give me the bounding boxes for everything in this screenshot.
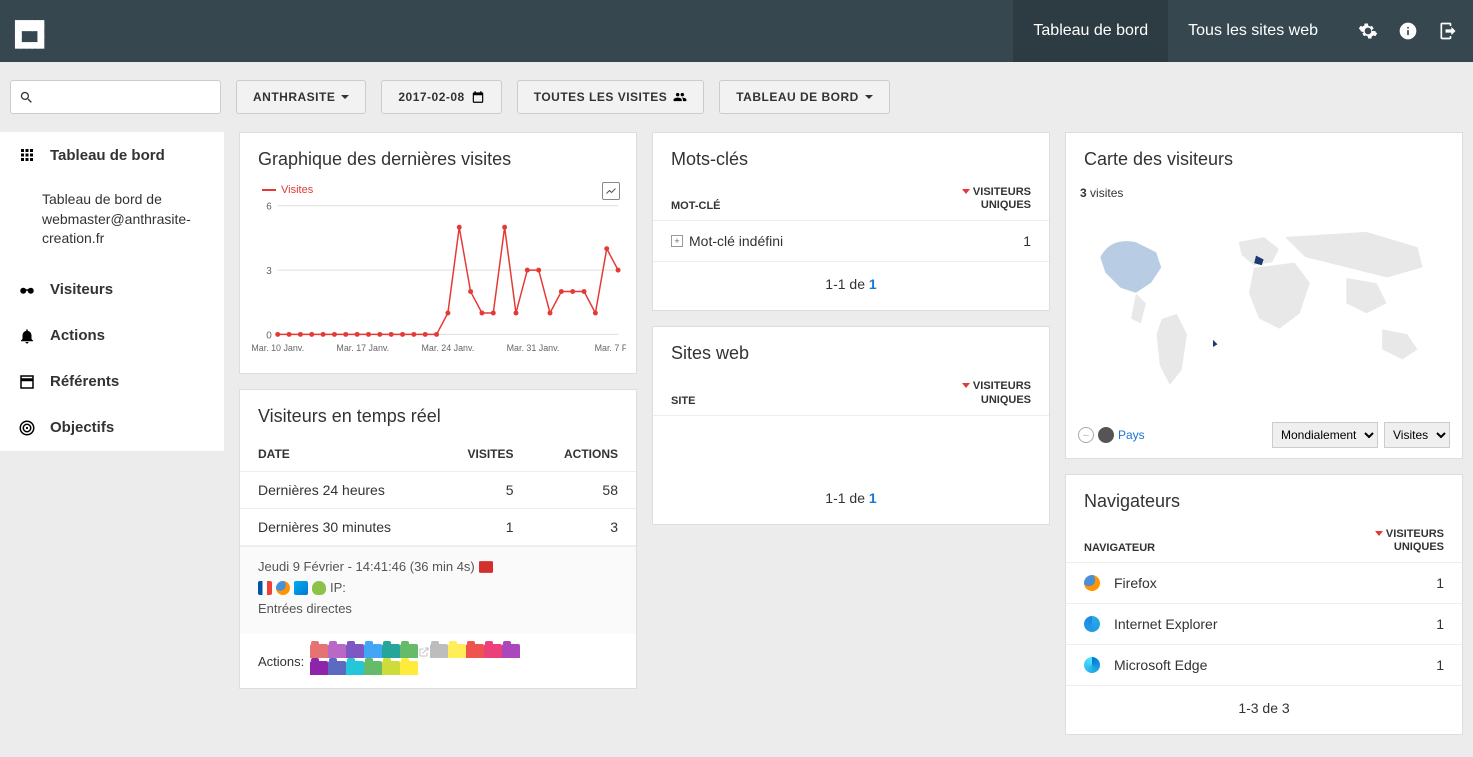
realtime-table: DATE VISITES ACTIONS Dernières 24 heures…: [240, 437, 636, 546]
widget-keywords: Mots-clés MOT-CLÉ VISITEURSUNIQUES +Mot-…: [652, 132, 1050, 311]
widget-title: Graphique des dernières visites: [240, 133, 636, 180]
map-level-link[interactable]: Pays: [1118, 428, 1145, 442]
segment-selector[interactable]: TOUTES LES VISITES: [517, 80, 704, 114]
widget-title: Sites web: [653, 327, 1049, 374]
svg-text:Mar. 17 Janv.: Mar. 17 Janv.: [336, 343, 389, 353]
sidebar-item-actions[interactable]: Actions: [0, 313, 224, 359]
action-folder-icon[interactable]: [364, 661, 382, 675]
nav-dashboard[interactable]: Tableau de bord: [1013, 0, 1168, 62]
browser-icon: [1084, 657, 1100, 673]
session-actions: Actions:: [240, 634, 636, 688]
svg-text:Mar. 7 Févr.: Mar. 7 Févr.: [595, 343, 626, 353]
svg-text:6: 6: [266, 202, 272, 213]
widget-map: Carte des visiteurs 3 visites: [1065, 132, 1463, 459]
browser-firefox-icon: [276, 581, 290, 595]
pagination: 1-1 de 1: [653, 262, 1049, 310]
action-folder-icon[interactable]: [502, 644, 520, 658]
expand-icon[interactable]: +: [671, 235, 683, 247]
action-folder-icon[interactable]: [400, 661, 418, 675]
line-chart: 0 3 6 Mar. 10 Janv. Mar. 17 Janv. Mar. 24 Jan…: [250, 200, 626, 360]
toolbar: ANTHRASITE 2017-02-08 TOUTES LES VISITES…: [0, 62, 1473, 132]
widget-title: Navigateurs: [1066, 475, 1462, 522]
action-folder-icon[interactable]: [382, 644, 400, 658]
action-folder-icon[interactable]: [400, 644, 418, 658]
browser-icon: [1084, 616, 1100, 632]
session-timestamp: Jeudi 9 Février - 14:41:46 (36 min 4s): [258, 559, 475, 574]
bell-icon: [18, 327, 36, 345]
logo: ▄▄▄▄▄█▀▀▀██▄▄▄█: [15, 15, 43, 48]
sidebar-item-dashboard[interactable]: Tableau de bord: [0, 132, 224, 178]
map-metric-select[interactable]: Visites: [1384, 422, 1450, 448]
sidebar: Tableau de bord Tableau de bord de webma…: [0, 132, 224, 451]
topbar: ▄▄▄▄▄█▀▀▀██▄▄▄█ Tableau de bord Tous les…: [0, 0, 1473, 62]
widget-websites: Sites web SITE VISITEURSUNIQUES 1-1 de 1: [652, 326, 1050, 524]
svg-text:Mar. 24 Janv.: Mar. 24 Janv.: [422, 343, 475, 353]
globe-icon[interactable]: [1098, 427, 1114, 443]
referrer-label: Entrées directes: [258, 601, 352, 616]
dashboard-selector[interactable]: TABLEAU DE BORD: [719, 80, 890, 114]
table-row[interactable]: Internet Explorer1: [1066, 604, 1462, 645]
chart-settings-icon[interactable]: [602, 182, 620, 200]
map-scope-select[interactable]: Mondialement: [1272, 422, 1378, 448]
action-folder-icon[interactable]: [466, 644, 484, 658]
users-icon: [673, 90, 687, 104]
table-row: Dernières 30 minutes13: [240, 509, 636, 546]
world-map[interactable]: [1066, 206, 1462, 411]
info-icon[interactable]: [1398, 21, 1418, 41]
action-folder-icon[interactable]: [382, 661, 400, 675]
widget-title: Carte des visiteurs: [1066, 133, 1462, 180]
action-folder-icon[interactable]: [346, 661, 364, 675]
action-folder-icon[interactable]: [328, 644, 346, 658]
table-row[interactable]: Firefox1: [1066, 563, 1462, 604]
external-link-icon[interactable]: [418, 646, 430, 661]
flag-fr-icon: [258, 581, 272, 595]
ip-label: IP:: [330, 580, 346, 595]
svg-text:0: 0: [266, 330, 272, 341]
action-folder-icon[interactable]: [484, 644, 502, 658]
os-windows-icon: [294, 581, 308, 595]
svg-text:Mar. 31 Janv.: Mar. 31 Janv.: [507, 343, 560, 353]
site-selector[interactable]: ANTHRASITE: [236, 80, 366, 114]
browser-icon: [1084, 575, 1100, 591]
widget-visits-chart: Graphique des dernières visites Visites …: [239, 132, 637, 374]
widget-title: Visiteurs en temps réel: [240, 390, 636, 437]
logout-icon[interactable]: [1438, 21, 1458, 41]
search-input[interactable]: [10, 80, 221, 114]
widget-title: Mots-clés: [653, 133, 1049, 180]
table-row[interactable]: Microsoft Edge1: [1066, 645, 1462, 686]
table-row: Dernières 24 heures558: [240, 472, 636, 509]
table-row[interactable]: +Mot-clé indéfini 1: [653, 221, 1049, 262]
chart-legend: Visites: [250, 180, 626, 200]
provider-icon: [479, 561, 493, 573]
action-folder-icon[interactable]: [364, 644, 382, 658]
widget-browsers: Navigateurs NAVIGATEUR VISITEURSUNIQUES …: [1065, 474, 1463, 735]
binoculars-icon: [18, 281, 36, 299]
action-folder-icon[interactable]: [448, 644, 466, 658]
action-folder-icon[interactable]: [430, 644, 448, 658]
pagination: 1-1 de 1: [653, 476, 1049, 524]
svg-text:Mar. 10 Janv.: Mar. 10 Janv.: [251, 343, 304, 353]
calendar-icon: [471, 90, 485, 104]
sidebar-item-goals[interactable]: Objectifs: [0, 405, 224, 451]
nav-all-websites[interactable]: Tous les sites web: [1168, 0, 1338, 62]
zoom-out-icon[interactable]: –: [1078, 427, 1094, 443]
sidebar-item-referrers[interactable]: Référents: [0, 359, 224, 405]
target-icon: [18, 419, 36, 437]
pagination: 1-3 de 3: [1066, 686, 1462, 734]
visitor-session: Jeudi 9 Février - 14:41:46 (36 min 4s) I…: [240, 546, 636, 634]
widget-realtime: Visiteurs en temps réel DATE VISITES ACT…: [239, 389, 637, 689]
grid-icon: [18, 146, 36, 164]
action-folder-icon[interactable]: [310, 644, 328, 658]
action-folder-icon[interactable]: [328, 661, 346, 675]
sidebar-item-visitors[interactable]: Visiteurs: [0, 267, 224, 313]
action-folder-icon[interactable]: [310, 661, 328, 675]
window-icon: [18, 373, 36, 391]
gear-icon[interactable]: [1358, 21, 1378, 41]
action-folder-icon[interactable]: [346, 644, 364, 658]
svg-text:3: 3: [266, 266, 272, 277]
sidebar-sub-dashboard[interactable]: Tableau de bord de webmaster@anthrasite-…: [0, 178, 224, 267]
date-selector[interactable]: 2017-02-08: [381, 80, 501, 114]
device-icon: [312, 581, 326, 595]
